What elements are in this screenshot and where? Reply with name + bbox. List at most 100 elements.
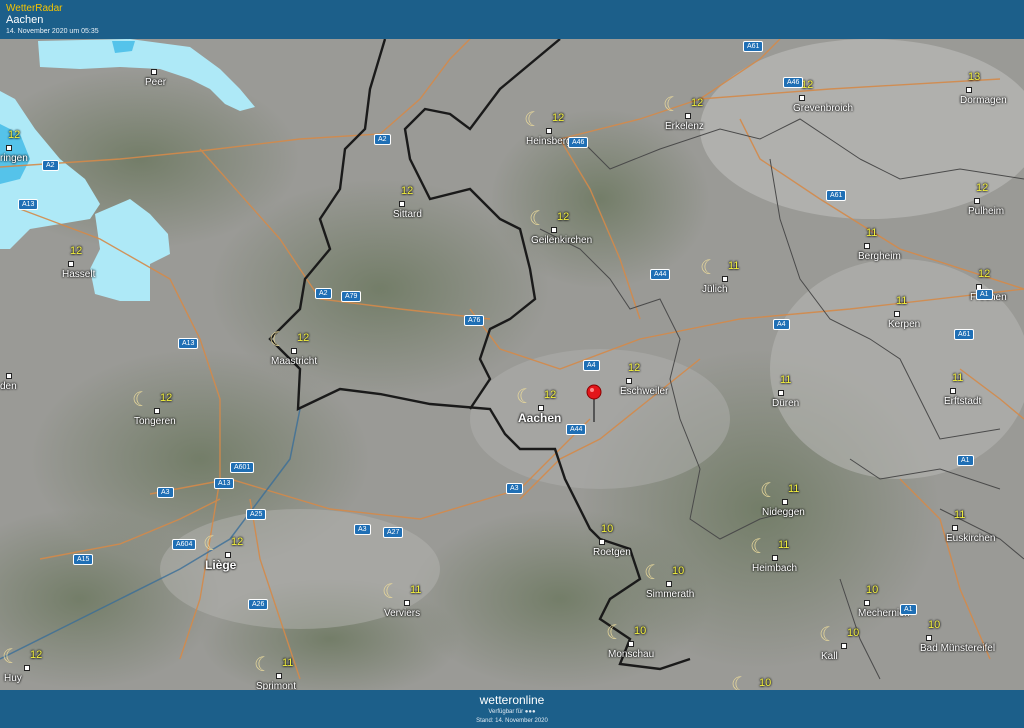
city-name[interactable]: Liège: [205, 558, 236, 572]
temperature-label: 12: [978, 268, 991, 280]
city-name[interactable]: Peer: [145, 77, 166, 88]
city-name[interactable]: Erftstadt: [944, 396, 981, 407]
city-name[interactable]: Sittard: [393, 209, 422, 220]
moon-icon: ☾: [606, 622, 624, 644]
city-name[interactable]: Bad Münstereifel: [920, 643, 995, 654]
temperature-label: 12: [628, 362, 641, 374]
city-dot: [404, 600, 410, 606]
city-name[interactable]: Tongeren: [134, 416, 176, 427]
city-dot: [950, 388, 956, 394]
city-dot: [599, 539, 605, 545]
road-shield: A61: [954, 329, 975, 340]
road-shield: A79: [341, 291, 362, 302]
temperature-label: 10: [847, 627, 860, 639]
city-dot: [841, 643, 847, 649]
road-shield: A3: [506, 483, 523, 494]
temperature-label: 11: [896, 295, 908, 307]
city-dot: [154, 408, 160, 414]
road-shield: A601: [230, 462, 255, 473]
temperature-label: 11: [728, 260, 740, 272]
city-name[interactable]: Düren: [772, 398, 799, 409]
city-dot: [546, 128, 552, 134]
header-bar: WetterRadar Aachen 14. November 2020 um …: [0, 0, 1024, 39]
city-name[interactable]: Maastricht: [271, 356, 317, 367]
city-name[interactable]: Kall: [821, 651, 838, 662]
temperature-label: 12: [160, 392, 173, 404]
app-title: WetterRadar: [6, 3, 63, 14]
road-shield: A26: [248, 599, 269, 610]
city-name[interactable]: Hasselt: [62, 269, 95, 280]
moon-icon: ☾: [254, 654, 272, 676]
moon-icon: ☾: [516, 386, 534, 408]
city-dot: [68, 261, 74, 267]
city-name[interactable]: Aachen: [518, 411, 561, 425]
moon-icon: ☾: [644, 562, 662, 584]
road-shield: A3: [157, 487, 174, 498]
city-name[interactable]: Dormagen: [960, 95, 1007, 106]
city-dot: [974, 198, 980, 204]
city-name[interactable]: Sprimont: [256, 681, 296, 690]
city-dot: [666, 581, 672, 587]
moon-icon: ☾: [760, 480, 778, 502]
city-name[interactable]: Bergheim: [858, 251, 901, 262]
temperature-label: 11: [282, 657, 294, 669]
radar-map[interactable]: Peer 12 ringen 12 Hasselt 12 Sittard ☾ 12 Heinsbe…: [0, 39, 1024, 690]
city-dot: [626, 378, 632, 384]
city-name[interactable]: Heimbach: [752, 563, 797, 574]
city-dot: [399, 201, 405, 207]
road-shield: A2: [374, 134, 391, 145]
road-shield: A2: [315, 288, 332, 299]
road-shield: A61: [826, 190, 847, 201]
city-name[interactable]: Roetgen: [593, 547, 631, 558]
moon-icon: ☾: [2, 646, 20, 668]
stand-text: Stand: 14. November 2020: [476, 718, 548, 724]
city-name[interactable]: Verviers: [384, 608, 420, 619]
city-name[interactable]: Eschweiler: [620, 386, 668, 397]
temperature-label: 10: [601, 523, 614, 535]
city-name[interactable]: Geilenkirchen: [531, 235, 592, 246]
temperature-label: 11: [788, 483, 800, 495]
city-name[interactable]: Simmerath: [646, 589, 694, 600]
moon-icon: ☾: [382, 581, 400, 603]
road-shield: A44: [650, 269, 671, 280]
city-dot: [551, 227, 557, 233]
moon-icon: ☾: [132, 389, 150, 411]
city-dot: [151, 69, 157, 75]
city-name[interactable]: Kerpen: [888, 319, 920, 330]
temperature-label: 11: [410, 584, 422, 596]
temperature-label: 12: [8, 129, 21, 141]
city-dot: [628, 641, 634, 647]
road-shield: A15: [73, 554, 94, 565]
platform-icons: ●●●: [524, 709, 536, 715]
location-title: Aachen: [6, 14, 44, 26]
temperature-label: 12: [691, 97, 704, 109]
temperature-label: 12: [297, 332, 310, 344]
temperature-label: 11: [954, 509, 966, 521]
city-name[interactable]: Euskirchen: [946, 533, 995, 544]
city-name[interactable]: den: [0, 381, 17, 392]
city-dot: [799, 95, 805, 101]
city-dot: [685, 113, 691, 119]
temperature-label: 10: [634, 625, 647, 637]
road-shield: A46: [568, 137, 589, 148]
city-name[interactable]: Pulheim: [968, 206, 1004, 217]
city-dot: [6, 145, 12, 151]
city-name[interactable]: Monschau: [608, 649, 654, 660]
temperature-label: 10: [866, 584, 879, 596]
city-name[interactable]: Nideggen: [762, 507, 805, 518]
city-dot: [966, 87, 972, 93]
city-dot: [772, 555, 778, 561]
temperature-label: 11: [778, 539, 790, 551]
city-name[interactable]: Grevenbroich: [793, 103, 853, 114]
location-pin-icon[interactable]: [586, 384, 602, 424]
city-dot: [24, 665, 30, 671]
city-name[interactable]: Jülich: [702, 284, 728, 295]
city-name[interactable]: Erkelenz: [665, 121, 704, 132]
city-name[interactable]: Huy: [4, 673, 22, 684]
temperature-label: 12: [552, 112, 565, 124]
city-name[interactable]: ringen: [0, 153, 28, 164]
road-shield: A46: [783, 77, 804, 88]
road-shield: A3: [354, 524, 371, 535]
road-shield: A13: [214, 478, 235, 489]
city-name[interactable]: Heinsberg: [526, 136, 572, 147]
